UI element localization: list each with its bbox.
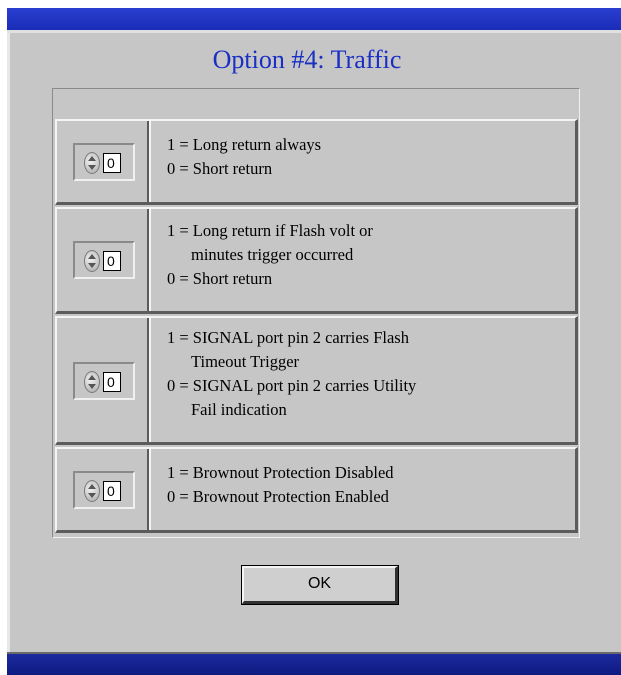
option-3-value-field[interactable]: 0 — [103, 372, 121, 392]
option-row-3: 0 1 = SIGNAL port pin 2 carries Flash Ti… — [55, 316, 578, 445]
numeric-control: 0 — [73, 362, 135, 400]
option-control-cell: 0 — [57, 449, 151, 530]
numeric-control: 0 — [73, 241, 135, 279]
numeric-control: 0 — [73, 471, 135, 509]
option-row-4: 0 1 = Brownout Protection Disabled 0 = B… — [55, 447, 578, 533]
option-line: 0 = SIGNAL port pin 2 carries Utility — [167, 376, 417, 395]
option-line: 0 = Short return — [167, 269, 273, 288]
option-line: 1 = SIGNAL port pin 2 carries Flash — [167, 328, 409, 347]
option-line: Fail indication — [191, 400, 287, 419]
option-control-cell: 0 — [57, 318, 151, 442]
option-line: Timeout Trigger — [191, 352, 300, 371]
option-row-1: 0 1 = Long return always 0 = Short retur… — [55, 119, 578, 205]
dialog-title: Option #4: Traffic — [212, 45, 402, 74]
up-down-spinner-icon[interactable] — [84, 152, 100, 174]
option-4-value-field[interactable]: 0 — [103, 481, 121, 501]
up-down-spinner-icon[interactable] — [84, 480, 100, 502]
option-control-cell: 0 — [57, 121, 151, 202]
window-top-bar — [7, 8, 621, 30]
option-row-2: 0 1 = Long return if Flash volt or minut… — [55, 207, 578, 314]
option-description: 1 = SIGNAL port pin 2 carries Flash Time… — [153, 318, 575, 442]
option-description: 1 = Long return always 0 = Short return — [153, 121, 575, 202]
option-line: 0 = Short return — [167, 159, 273, 178]
option-2-value-field[interactable]: 0 — [103, 251, 121, 271]
option-line: 1 = Brownout Protection Disabled — [167, 463, 394, 482]
option-control-cell: 0 — [57, 209, 151, 311]
option-line: 0 = Brownout Protection Enabled — [167, 487, 389, 506]
option-line: 1 = Long return if Flash volt or — [167, 221, 373, 240]
up-down-spinner-icon[interactable] — [84, 250, 100, 272]
option-line: 1 = Long return always — [167, 135, 322, 154]
option-1-value-field[interactable]: 0 — [103, 153, 121, 173]
numeric-control: 0 — [73, 143, 135, 181]
ok-button[interactable]: OK — [241, 565, 399, 605]
option-description: 1 = Brownout Protection Disabled 0 = Bro… — [153, 449, 575, 530]
up-down-spinner-icon[interactable] — [84, 371, 100, 393]
window-bottom-bar — [7, 652, 621, 675]
option-line: minutes trigger occurred — [191, 245, 354, 264]
option-description: 1 = Long return if Flash volt or minutes… — [153, 209, 575, 311]
